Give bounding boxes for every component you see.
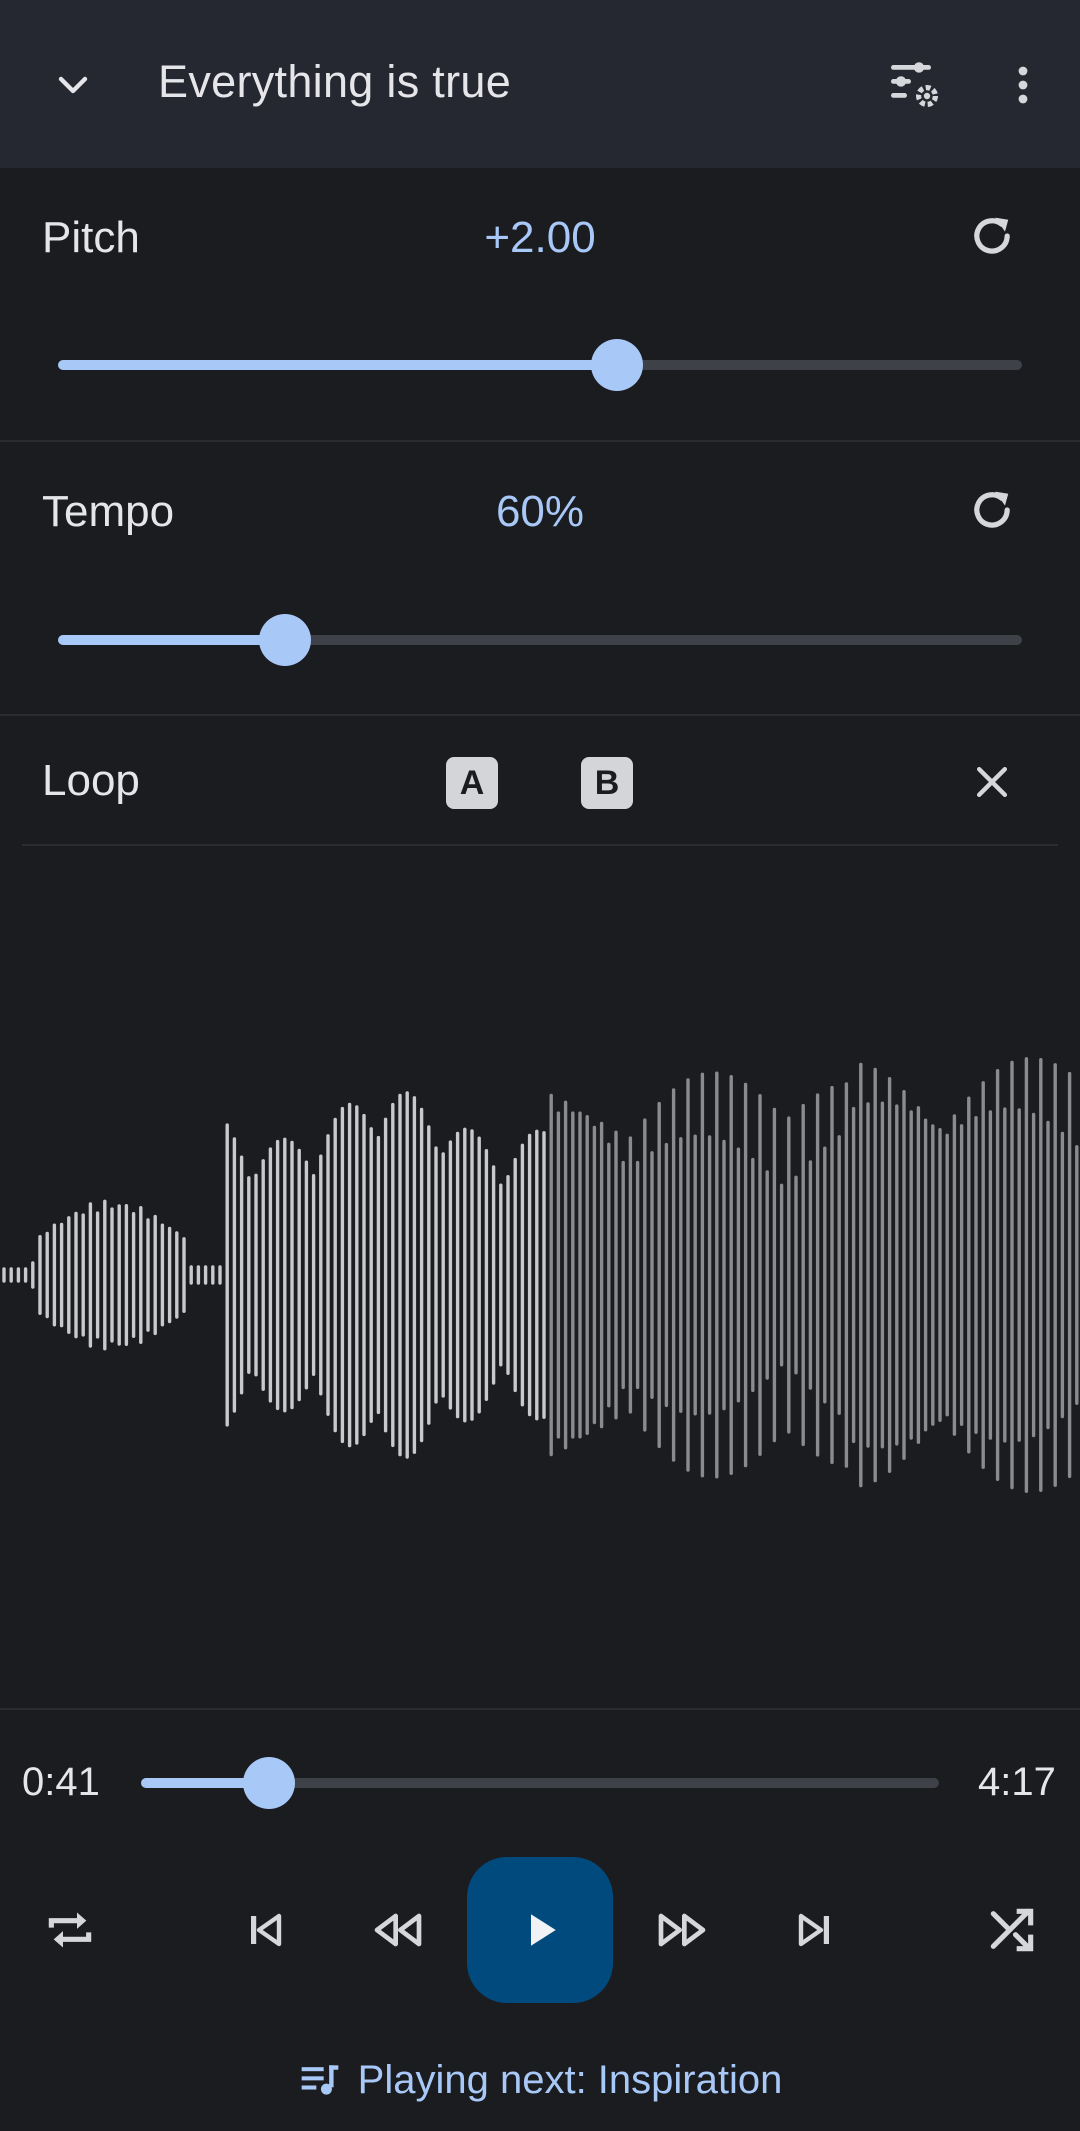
pitch-value: +2.00 [484,213,596,262]
pitch-section: Pitch +2.00 [0,168,1080,440]
more-vert-icon [1018,66,1028,104]
playing-next-text: Playing next: Inspiration [357,2057,783,2102]
tempo-reset-button[interactable] [952,470,1032,550]
more-options-button[interactable] [980,42,1066,128]
tempo-value: 60% [495,487,585,536]
tempo-section: Tempo 60% [0,442,1080,714]
loop-label: Loop [42,756,140,805]
seek-slider-thumb[interactable] [242,1757,295,1809]
divider [0,1708,1080,1710]
shuffle-button[interactable] [972,1890,1052,1970]
play-button[interactable] [467,1857,613,2003]
track-title: Everything is true [158,56,512,107]
rewind-icon [374,1913,422,1947]
player-screen: Everything is true Pitch +2.00 Tempo 60%… [0,0,1080,2131]
refresh-icon [974,491,1010,528]
skip-next-button[interactable] [775,1890,855,1970]
chevron-down-icon [58,76,88,94]
equalizer-settings-icon [891,62,938,107]
close-icon [976,766,1008,798]
collapse-button[interactable] [30,42,116,128]
current-time: 0:41 [22,1760,100,1804]
loop-b-button[interactable]: B [581,757,633,809]
tempo-slider-fill [58,635,285,645]
fast-forward-button[interactable] [642,1890,722,1970]
seek-slider[interactable] [141,1753,939,1813]
tempo-slider[interactable] [58,610,1022,670]
loop-section: Loop A B [0,716,1080,844]
tempo-slider-thumb[interactable] [258,614,311,666]
waveform[interactable] [0,845,1080,1705]
repeat-button[interactable] [30,1890,110,1970]
refresh-icon [974,217,1010,254]
repeat-icon [48,1912,92,1948]
total-time: 4:17 [978,1760,1056,1804]
playing-next-bar[interactable]: Playing next: Inspiration [0,2050,1080,2110]
audio-settings-button[interactable] [872,42,958,128]
loop-a-button[interactable]: A [446,757,498,809]
loop-clear-button[interactable] [952,742,1032,822]
pitch-slider[interactable] [58,335,1022,395]
pitch-slider-thumb[interactable] [591,339,644,391]
fast-forward-icon [658,1913,706,1947]
shuffle-icon [990,1908,1034,1952]
skip-previous-icon [251,1913,282,1947]
play-icon [531,1914,556,1946]
skip-previous-button[interactable] [225,1890,305,1970]
top-app-bar: Everything is true [0,0,1080,168]
queue-music-icon [301,2065,338,2095]
pitch-slider-fill [58,360,618,370]
pitch-reset-button[interactable] [952,196,1032,276]
skip-next-icon [798,1913,829,1947]
rewind-button[interactable] [358,1890,438,1970]
